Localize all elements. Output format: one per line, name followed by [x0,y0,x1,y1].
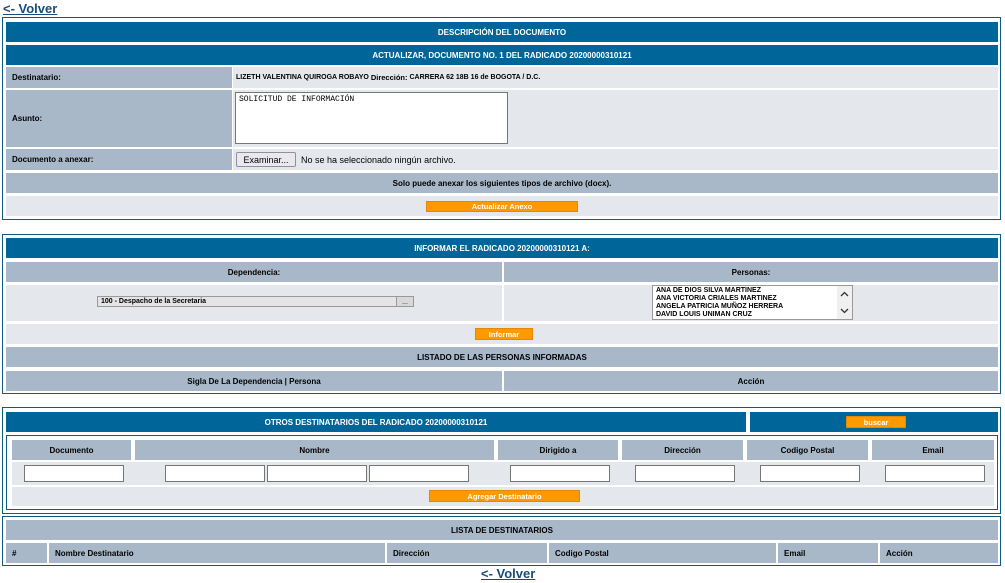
update-attachment-button[interactable]: Actualizar Anexo [426,201,578,212]
direccion-input[interactable] [635,465,735,482]
dirigido-header: Dirigido a [498,440,618,460]
primer-apellido-input[interactable] [267,465,367,482]
asunto-label: Asunto: [6,90,232,147]
file-types-note: Solo puede anexar los siguientes tipos d… [6,173,998,193]
otros-destinatarios-title: OTROS DESTINATARIOS DEL RADICADO 2020000… [6,412,746,432]
personas-header: Personas: [504,262,998,282]
accion-column-header: Acción [504,371,998,391]
list-item[interactable]: DAVID LOUIS UNIMAN CRUZ [656,311,783,319]
list-item[interactable]: ANGELA PATRICIA MUÑOZ HERRERA [656,303,783,311]
dirigido-input[interactable] [510,465,610,482]
buscar-button[interactable]: buscar [846,416,906,428]
list-item[interactable]: ANA DE DIOS SILVA MARTINEZ [656,287,783,295]
dependencia-selected-value: 100 - Despacho de la Secretaria [101,298,207,305]
listado-title: LISTADO DE LAS PERSONAS INFORMADAS [6,347,998,367]
chevron-up-icon [840,291,849,297]
dropdown-ellipsis-icon[interactable]: ... [396,297,413,306]
add-recipient-button[interactable]: Agregar Destinatario [429,490,580,502]
personas-scrollbar[interactable] [837,286,852,319]
back-link-bottom[interactable]: <- Volver [481,566,535,581]
file-status-text: No se ha seleccionado ningún archivo. [301,154,456,165]
lista-postal-header: Codigo Postal [549,543,776,563]
lista-accion-header: Acción [880,543,998,563]
nombre-header: Nombre [135,440,494,460]
email-header: Email [872,440,994,460]
informar-button[interactable]: Informar [475,328,533,340]
asunto-textarea[interactable]: SOLICITUD DE INFORMACIÓN [235,92,508,144]
direccion-label: Dirección: [370,73,408,82]
anexar-label: Documento a anexar: [6,149,232,170]
destinatario-label: Destinatario: [6,67,232,88]
documento-input[interactable] [24,465,124,482]
dependencia-header: Dependencia: [6,262,502,282]
postal-header: Codigo Postal [747,440,868,460]
destinatario-name: LIZETH VALENTINA QUIROGA ROBAYO [236,74,369,81]
destinatario-value: LIZETH VALENTINA QUIROGA ROBAYO Direcció… [233,67,998,88]
document-description-title: DESCRIPCIÓN DEL DOCUMENTO [6,22,998,42]
personas-listbox[interactable]: ANA DE DIOS SILVA MARTINEZ ANA VICTORIA … [652,285,853,320]
direccion-header: Dirección [622,440,743,460]
sigla-column-header: Sigla De La Dependencia | Persona [6,371,502,391]
lista-title: LISTA DE DESTINATARIOS [6,520,998,540]
postal-input[interactable] [760,465,860,482]
list-item[interactable]: ANA VICTORIA CRIALES MARTINEZ [656,295,783,303]
file-browse-button[interactable]: Examinar... [236,152,296,167]
nombre-input[interactable] [165,465,265,482]
direccion-value: CARRERA 62 18B 16 de BOGOTA / D.C. [409,74,541,81]
personas-list: ANA DE DIOS SILVA MARTINEZ ANA VICTORIA … [656,287,783,319]
update-document-subtitle: ACTUALIZAR, DOCUMENTO NO. 1 DEL RADICADO… [6,45,998,65]
num-column-header: # [6,543,47,563]
lista-email-header: Email [778,543,878,563]
lista-direccion-header: Dirección [387,543,547,563]
chevron-down-icon [840,308,849,314]
informar-title: INFORMAR EL RADICADO 20200000310121 A: [6,238,998,258]
segundo-apellido-input[interactable] [369,465,469,482]
documento-header: Documento [12,440,131,460]
dependencia-select[interactable]: 100 - Despacho de la Secretaria ... [97,296,414,307]
nombre-destinatario-header: Nombre Destinatario [49,543,385,563]
back-link-top[interactable]: <- Volver [3,1,57,16]
email-input[interactable] [885,465,985,482]
